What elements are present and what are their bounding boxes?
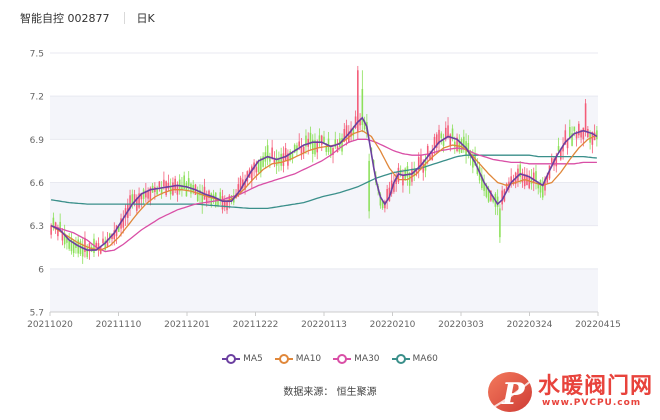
candle-body bbox=[172, 182, 174, 195]
candle-body bbox=[318, 135, 321, 142]
watermark-url: www.PVCPU.com bbox=[542, 398, 642, 408]
candle-body bbox=[156, 189, 158, 195]
y-tick-label: 7.5 bbox=[30, 50, 44, 60]
candle-body bbox=[550, 158, 553, 163]
x-tick-label: 20211020 bbox=[27, 320, 73, 330]
candle-body bbox=[573, 126, 576, 132]
legend-label-ma10: MA10 bbox=[295, 354, 322, 364]
x-tick-label: 20220303 bbox=[438, 320, 484, 330]
candle-body bbox=[578, 123, 580, 136]
y-tick-label: 5.7 bbox=[30, 309, 44, 319]
candle-body bbox=[102, 238, 104, 244]
candle-body bbox=[142, 189, 145, 199]
legend-label-ma30: MA30 bbox=[354, 354, 380, 364]
candle-body bbox=[451, 128, 454, 139]
watermark-text: 水暖阀门网 bbox=[538, 374, 654, 399]
candle-body bbox=[86, 247, 88, 258]
candle-body bbox=[406, 166, 409, 178]
candle-body bbox=[68, 240, 70, 249]
candle-body bbox=[316, 141, 319, 153]
x-tick-label: 20220415 bbox=[575, 320, 621, 330]
legend-swatch-ma5 bbox=[222, 354, 241, 364]
plot-band bbox=[50, 53, 598, 97]
legend-label-ma60: MA60 bbox=[412, 354, 438, 364]
candle-body bbox=[255, 167, 258, 173]
candle-body bbox=[131, 194, 134, 204]
candle-body bbox=[158, 181, 161, 188]
y-tick-label: 6.9 bbox=[30, 136, 45, 146]
candle-body bbox=[411, 168, 413, 182]
candle-body bbox=[440, 133, 443, 139]
candle-body bbox=[582, 127, 585, 140]
candle-body bbox=[165, 181, 167, 196]
candle-body bbox=[323, 136, 325, 143]
candle-body bbox=[50, 225, 52, 235]
candle-body bbox=[532, 172, 535, 184]
candle-body bbox=[298, 141, 300, 147]
candle-body bbox=[584, 103, 587, 133]
candle-body bbox=[280, 153, 282, 166]
candle-body bbox=[282, 153, 285, 166]
candle-body bbox=[174, 178, 176, 191]
candle-body bbox=[271, 147, 273, 158]
candle-body bbox=[81, 244, 84, 257]
x-tick-label: 20220210 bbox=[370, 320, 416, 330]
candle-body bbox=[539, 179, 542, 193]
candle-body bbox=[368, 160, 370, 212]
legend-swatch-ma30 bbox=[333, 354, 352, 364]
plot-band bbox=[50, 268, 598, 312]
watermark-logo: P 水暖阀门网 www.PVCPU.com bbox=[484, 362, 654, 416]
candle-body bbox=[499, 208, 501, 238]
candle-body bbox=[442, 140, 445, 146]
x-tick-label: 20211201 bbox=[164, 320, 210, 330]
candle-body bbox=[59, 221, 61, 228]
y-tick-label: 7.2 bbox=[30, 93, 44, 103]
legend-item-ma5[interactable]: MA5 bbox=[222, 354, 263, 364]
candle-body bbox=[284, 148, 287, 161]
y-tick-label: 6.3 bbox=[30, 222, 44, 232]
candle-body bbox=[535, 171, 537, 181]
x-tick-label: 20211222 bbox=[233, 320, 279, 330]
candle-body bbox=[210, 193, 213, 205]
x-tick-label: 20220324 bbox=[507, 320, 553, 330]
candle-body bbox=[329, 147, 332, 155]
legend-swatch-ma60 bbox=[391, 354, 410, 364]
candle-body bbox=[70, 237, 73, 252]
candle-body bbox=[226, 201, 228, 211]
y-tick-label: 6 bbox=[38, 265, 44, 275]
legend-item-ma30[interactable]: MA30 bbox=[333, 354, 380, 364]
plot-band bbox=[50, 225, 598, 269]
candle-body bbox=[167, 182, 170, 189]
legend-item-ma10[interactable]: MA10 bbox=[274, 354, 322, 364]
candle-body bbox=[221, 196, 224, 210]
legend-label-ma5: MA5 bbox=[243, 354, 263, 364]
x-tick-label: 20211110 bbox=[96, 320, 142, 330]
y-tick-label: 6.6 bbox=[30, 179, 45, 189]
candle-body bbox=[496, 196, 499, 207]
legend-item-ma60[interactable]: MA60 bbox=[391, 354, 438, 364]
watermark-p-icon: P bbox=[488, 372, 533, 412]
x-tick-label: 20220113 bbox=[301, 320, 347, 330]
candle-body bbox=[557, 146, 560, 152]
candle-body bbox=[163, 179, 165, 187]
legend-swatch-ma10 bbox=[274, 354, 293, 364]
candle-body bbox=[187, 178, 190, 186]
